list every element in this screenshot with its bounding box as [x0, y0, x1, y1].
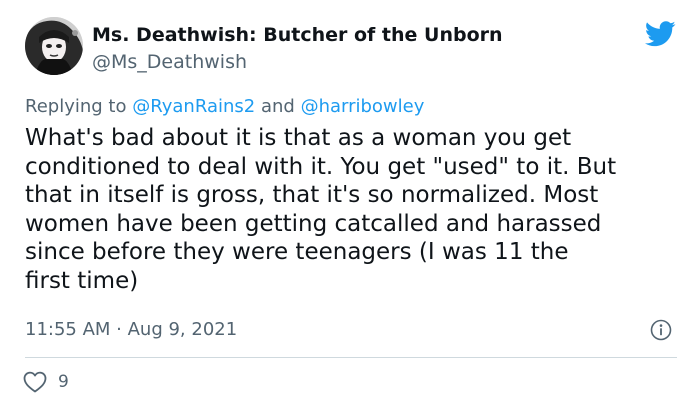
- heart-icon: [23, 371, 47, 393]
- tweet-card: Ms. Deathwish: Butcher of the Unborn @Ms…: [0, 0, 700, 411]
- like-count: 9: [58, 372, 69, 392]
- replying-to-conjunction: and: [260, 96, 295, 117]
- tweet-text: What's bad about it is that as a woman y…: [25, 124, 680, 296]
- mention-link[interactable]: @RyanRains2: [132, 96, 255, 117]
- author-display-name[interactable]: Ms. Deathwish: Butcher of the Unborn: [92, 23, 503, 47]
- tweet-text-line: What's bad about it is that as a woman y…: [25, 125, 572, 151]
- tweet-text-line: conditioned to deal with it. You get "us…: [25, 153, 617, 180]
- twitter-bird-icon[interactable]: [644, 21, 676, 47]
- replying-to-prefix: Replying to: [25, 96, 127, 117]
- tweet-timestamp[interactable]: 11:55 AM · Aug 9, 2021: [25, 318, 237, 342]
- mention-link[interactable]: @harribowley: [301, 96, 425, 117]
- like-button[interactable]: 9: [23, 371, 69, 393]
- divider: [25, 357, 677, 358]
- tweet-text-line: women have been getting catcalled and ha…: [25, 210, 602, 237]
- replying-to-line: Replying to @RyanRains2 and @harribowley: [25, 95, 424, 119]
- tweet-text-line: that in itself is gross, that it's so no…: [25, 182, 599, 209]
- twitter-bird-svg: [644, 21, 676, 47]
- info-icon-svg: [650, 319, 672, 341]
- tweet-text-line: since before they were teenagers (I was …: [25, 239, 569, 266]
- info-icon[interactable]: [650, 319, 672, 341]
- avatar[interactable]: [25, 17, 83, 75]
- avatar-image: [25, 17, 83, 75]
- author-handle[interactable]: @Ms_Deathwish: [92, 50, 247, 74]
- tweet-text-line: first time): [25, 267, 139, 294]
